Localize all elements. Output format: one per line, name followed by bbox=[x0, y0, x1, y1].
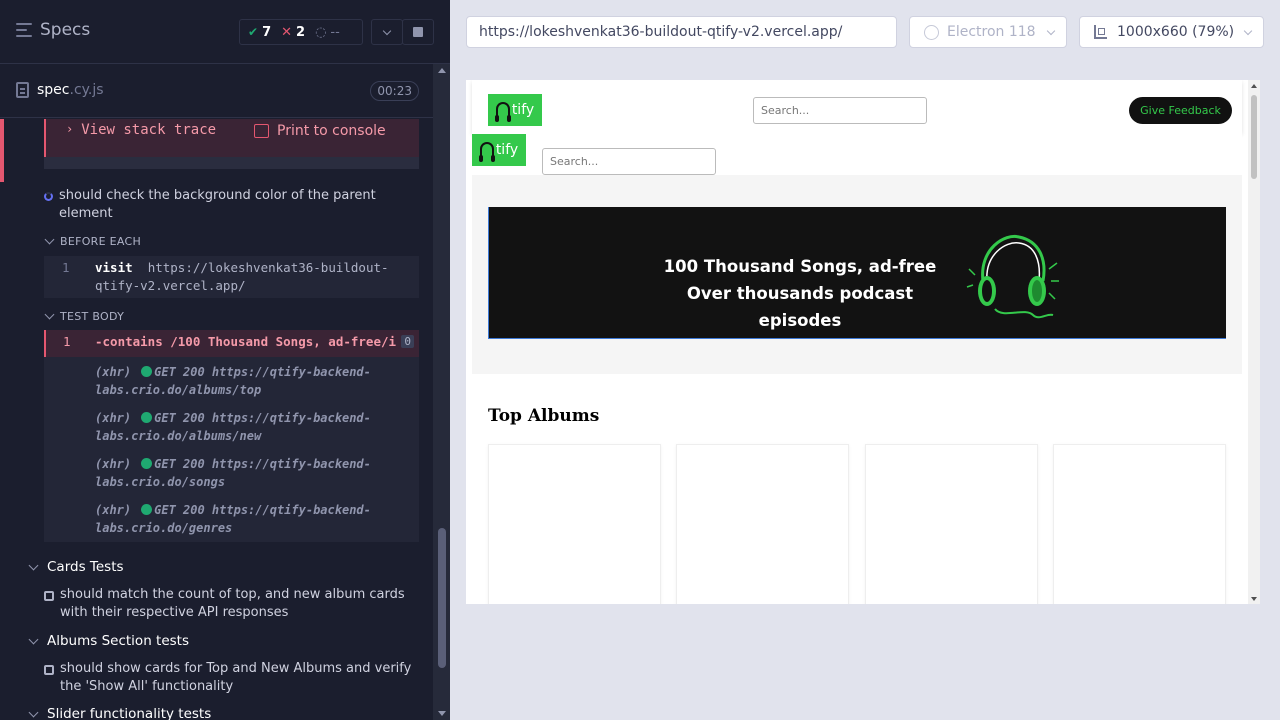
running-spinner-icon bbox=[44, 192, 53, 201]
url-bar[interactable]: https://lokeshvenkat36-buildout-qtify-v2… bbox=[466, 16, 897, 48]
navbar-primary: tify Search... Give Feedback bbox=[472, 80, 1242, 133]
hero-section: 100 Thousand Songs, ad-free Over thousan… bbox=[472, 175, 1242, 374]
hero-text: 100 Thousand Songs, ad-free Over thousan… bbox=[663, 257, 937, 330]
chevron-down-icon bbox=[28, 634, 39, 644]
test-body-header[interactable]: TEST BODY bbox=[44, 309, 124, 323]
album-card[interactable] bbox=[865, 444, 1038, 604]
status-dot-icon bbox=[141, 458, 153, 469]
search-input[interactable]: Search... bbox=[542, 148, 716, 175]
scrollbar-thumb[interactable] bbox=[1251, 95, 1257, 179]
xhr-entry[interactable]: (xhr) GET 200 https://qtify-backend-labs.… bbox=[95, 363, 395, 399]
scroll-down-icon bbox=[438, 711, 446, 716]
spec-file-header: spec.cy.js 00:23 bbox=[0, 64, 433, 118]
specs-title: Specs bbox=[40, 20, 91, 40]
pending-test-icon bbox=[44, 591, 54, 601]
suite-albums-section-tests[interactable]: Albums Section tests bbox=[28, 633, 189, 649]
xhr-entry[interactable]: (xhr) GET 200 https://qtify-backend-labs.… bbox=[95, 455, 395, 491]
hero-banner: 100 Thousand Songs, ad-free Over thousan… bbox=[488, 207, 1226, 339]
qtify-logo[interactable]: tify bbox=[472, 134, 526, 166]
chevron-down-icon bbox=[1243, 26, 1253, 36]
viewport-selector[interactable]: 1000x660 (79%) bbox=[1079, 16, 1264, 48]
electron-icon bbox=[924, 25, 939, 40]
element-count-badge: 0 bbox=[401, 335, 414, 348]
search-input[interactable]: Search... bbox=[753, 97, 927, 124]
cypress-reporter: Specs ✔ 7 ✕ 2 ◌ -- spec.cy.js 00:23 › Vi… bbox=[0, 0, 450, 720]
specs-toggle[interactable]: Specs bbox=[16, 20, 90, 40]
chevron-down-icon bbox=[28, 707, 39, 717]
headphones-icon bbox=[494, 102, 511, 122]
stop-button[interactable] bbox=[402, 19, 434, 45]
options-dropdown-button[interactable] bbox=[371, 19, 403, 45]
app-preview: https://lokeshvenkat36-buildout-qtify-v2… bbox=[450, 0, 1280, 720]
test-item[interactable]: should match the count of top, and new a… bbox=[44, 586, 414, 622]
album-card[interactable] bbox=[488, 444, 661, 604]
running-test[interactable]: should check the background color of the… bbox=[44, 187, 414, 223]
xhr-entry[interactable]: (xhr) GET 200 https://qtify-backend-labs.… bbox=[95, 501, 395, 537]
spinner-icon: ◌ bbox=[315, 24, 327, 40]
before-each-commands: 1 visit https://lokeshvenkat36-buildout-… bbox=[44, 256, 419, 298]
scrollbar-thumb[interactable] bbox=[438, 528, 446, 668]
x-icon: ✕ bbox=[281, 24, 293, 40]
chevron-down-icon bbox=[44, 309, 55, 320]
app-under-test-frame: tify Search... Give Feedback tify Search… bbox=[466, 80, 1260, 604]
reporter-header: Specs ✔ 7 ✕ 2 ◌ -- bbox=[0, 0, 450, 64]
spec-duration: 00:23 bbox=[370, 81, 419, 101]
browser-selector[interactable]: Electron 118 bbox=[909, 16, 1067, 48]
chevron-right-icon: › bbox=[66, 122, 74, 136]
failed-contains-command[interactable]: 1 -contains /100 Thousand Songs, ad-free… bbox=[44, 330, 419, 357]
ruler-icon bbox=[1094, 25, 1107, 39]
chevron-down-icon bbox=[1046, 26, 1056, 36]
command-log: › View stack trace Print to console shou… bbox=[0, 119, 433, 720]
scroll-up-icon bbox=[438, 68, 446, 73]
navbar-secondary: tify Search... bbox=[472, 133, 1242, 175]
chevron-down-icon bbox=[28, 560, 39, 570]
failed-count: ✕ 2 bbox=[281, 24, 306, 40]
suite-cards-tests[interactable]: Cards Tests bbox=[28, 559, 124, 575]
check-icon: ✔ bbox=[248, 25, 259, 39]
headphones-icon bbox=[478, 142, 495, 162]
pending-count: ◌ -- bbox=[315, 24, 340, 40]
view-stack-trace-toggle[interactable]: › View stack trace bbox=[66, 122, 216, 138]
reporter-scrollbar[interactable] bbox=[433, 64, 450, 720]
print-to-console-button[interactable]: Print to console bbox=[254, 123, 386, 139]
suite-slider-tests[interactable]: Slider functionality tests bbox=[28, 706, 211, 720]
test-item[interactable]: should show cards for Top and New Albums… bbox=[44, 660, 414, 696]
headphones-icon bbox=[966, 234, 1059, 319]
scroll-down-icon bbox=[1251, 597, 1257, 601]
stack-horizontal-scrollbar[interactable] bbox=[44, 157, 419, 169]
passed-count: ✔ 7 bbox=[248, 24, 272, 40]
top-albums-title: Top Albums bbox=[488, 406, 600, 426]
pending-test-icon bbox=[44, 665, 54, 675]
album-card[interactable] bbox=[676, 444, 849, 604]
spec-file-name[interactable]: spec.cy.js bbox=[16, 82, 104, 98]
before-each-header[interactable]: BEFORE EACH bbox=[44, 234, 141, 248]
chevron-down-icon bbox=[382, 26, 392, 35]
xhr-entry[interactable]: (xhr) GET 200 https://qtify-backend-labs.… bbox=[95, 409, 395, 445]
stop-icon bbox=[413, 27, 423, 37]
app-scrollbar[interactable] bbox=[1248, 80, 1260, 604]
give-feedback-button[interactable]: Give Feedback bbox=[1129, 97, 1232, 124]
album-card[interactable] bbox=[1053, 444, 1226, 604]
xhr-log: (xhr) GET 200 https://qtify-backend-labs.… bbox=[44, 357, 419, 542]
menu-icon bbox=[16, 23, 32, 37]
error-stack-panel: › View stack trace Print to console bbox=[44, 119, 419, 157]
chevron-down-icon bbox=[44, 234, 55, 245]
fail-indicator bbox=[0, 119, 4, 182]
console-icon bbox=[254, 124, 269, 138]
status-dot-icon bbox=[141, 366, 153, 377]
status-dot-icon bbox=[141, 504, 153, 515]
scroll-up-icon bbox=[1251, 84, 1257, 88]
qtify-logo[interactable]: tify bbox=[488, 94, 542, 126]
document-icon bbox=[16, 82, 29, 98]
test-stats: ✔ 7 ✕ 2 ◌ -- bbox=[239, 19, 363, 45]
status-dot-icon bbox=[141, 412, 153, 423]
